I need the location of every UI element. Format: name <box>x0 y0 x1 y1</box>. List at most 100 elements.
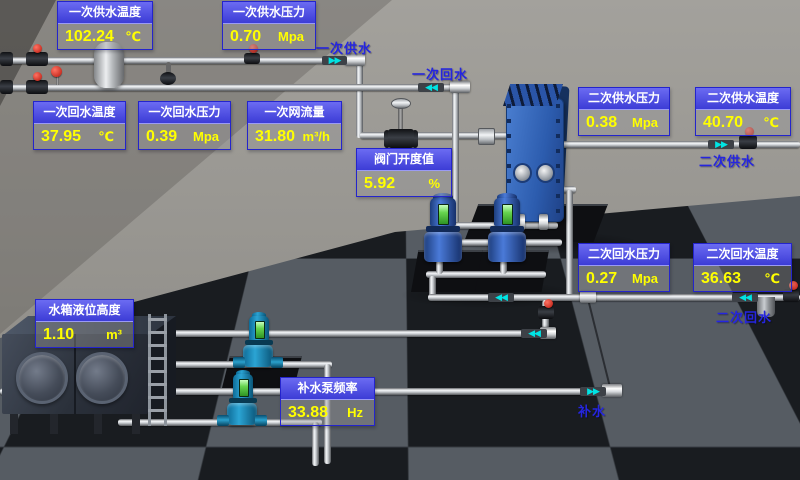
valve-body[interactable] <box>538 306 554 319</box>
gauge-value: 33.88 <box>288 404 328 422</box>
gauge-title: 一次网流量 <box>248 102 341 124</box>
gauge-value: 1.10 <box>43 326 74 344</box>
pump-volute <box>227 403 257 425</box>
gauge-unit: Mpa <box>632 271 662 286</box>
pump-indicator <box>502 204 513 225</box>
exchanger-port <box>536 163 555 183</box>
pump-volute <box>243 345 273 367</box>
gauge-unit: Hz <box>347 405 367 420</box>
tank-leg <box>132 412 140 434</box>
riser-pipe <box>312 422 319 466</box>
gauge-unit: % <box>428 176 444 191</box>
gauge-secondary-supply-temp: 二次供水温度 40.70℃ <box>695 87 791 136</box>
gauge-title: 二次供水温度 <box>696 88 790 110</box>
ladder-rungs <box>148 318 167 422</box>
pipe-label-primary-supply: 一次供水 <box>316 38 372 57</box>
pressure-gauge-icon <box>51 66 62 77</box>
pipe-label-makeup: 补水 <box>578 401 606 420</box>
flow-arrow-right-icon: ▶▶ <box>322 56 347 65</box>
gauge-value: 0.27 <box>586 270 617 288</box>
flow-arrow-right-icon: ▶▶ <box>708 140 734 149</box>
valve-body[interactable] <box>0 80 13 94</box>
pump-indicator <box>255 321 265 339</box>
valve-handle-icon[interactable] <box>33 72 42 81</box>
gauge-primary-supply-temp: 一次供水温度 102.24 ℃ <box>57 1 153 50</box>
manifold-pipe <box>426 271 546 278</box>
gauge-secondary-return-temp: 二次回水温度 36.63 ℃ <box>693 243 792 292</box>
gauge-title: 一次供水温度 <box>58 2 152 24</box>
pipe-label-primary-return: 一次回水 <box>412 64 468 83</box>
pipe-label-secondary-return: 二次回水 <box>716 307 772 326</box>
valve-handle-icon[interactable] <box>33 44 42 53</box>
pump-indicator <box>239 379 249 397</box>
flow-arrow-left-icon: ◀◀ <box>732 293 758 302</box>
gauge-unit: m³ <box>106 327 126 342</box>
gauge-title: 一次供水压力 <box>223 2 315 24</box>
gauge-title: 二次供水压力 <box>579 88 669 110</box>
gauge-value: 0.39 <box>146 128 177 146</box>
gauge-title: 阀门开度值 <box>357 149 451 171</box>
valve-body[interactable] <box>244 53 260 64</box>
gauge-unit: Mpa <box>193 129 223 144</box>
gauge-title: 二次回水温度 <box>694 244 791 266</box>
primary-supply-pipe <box>0 57 352 64</box>
tank-manhole <box>76 352 128 404</box>
gauge-value: 31.80 <box>255 128 295 146</box>
exchanger-port <box>513 163 532 183</box>
pipe-union <box>478 128 495 145</box>
tank-leg <box>50 412 58 434</box>
gauge-unit: ℃ <box>98 129 118 145</box>
valve-body[interactable] <box>26 80 48 94</box>
gauge-value: 5.92 <box>364 175 395 193</box>
gauge-unit: ℃ <box>125 29 145 45</box>
gauge-unit: m³/h <box>303 129 334 144</box>
gauge-title: 水箱液位高度 <box>36 300 133 322</box>
pump-inlet <box>233 357 245 368</box>
gauge-title: 一次回水压力 <box>139 102 230 124</box>
flow-arrow-right-icon: ▶▶ <box>580 387 606 396</box>
control-valve-actuator[interactable] <box>391 98 411 109</box>
pump-outlet <box>271 357 283 368</box>
gauge-value: 0.38 <box>586 114 617 132</box>
pump-volute <box>488 232 526 262</box>
control-valve-body[interactable] <box>388 129 414 148</box>
exchanger-lower-flange <box>539 214 548 230</box>
gauge-unit: Mpa <box>278 29 308 44</box>
gauge-secondary-return-pressure: 二次回水压力 0.27Mpa <box>578 243 670 292</box>
makeup-pump2-base-slab <box>204 422 288 454</box>
gauge-value: 102.24 <box>65 28 114 46</box>
gauge-primary-return-temp: 一次回水温度 37.95℃ <box>33 101 126 150</box>
gauge-secondary-supply-pressure: 二次供水压力 0.38Mpa <box>578 87 670 136</box>
primary-supply-drop-pipe <box>356 62 363 138</box>
gauge-title: 一次回水温度 <box>34 102 125 124</box>
tank-leg <box>94 412 102 434</box>
pump-stub-pipe <box>500 260 507 274</box>
hand-valve-wheel[interactable] <box>160 72 176 85</box>
primary-return-pipe <box>0 84 460 91</box>
gauge-unit: ℃ <box>764 271 784 287</box>
pump-inlet <box>217 415 229 426</box>
secondary-supply-pipe <box>552 141 800 148</box>
gauge-value: 0.70 <box>230 28 261 46</box>
pump-volute <box>424 232 462 262</box>
pump-outlet <box>255 415 267 426</box>
valve-body[interactable] <box>739 135 757 149</box>
gauge-primary-flow: 一次网流量 31.80 m³/h <box>247 101 342 150</box>
valve-handle-icon[interactable] <box>544 299 553 308</box>
tank-return-pipe <box>140 330 550 337</box>
gauge-primary-supply-pressure: 一次供水压力 0.70 Mpa <box>222 1 316 50</box>
gauge-title: 补水泵频率 <box>281 378 374 400</box>
pipe-flange <box>580 291 596 303</box>
flow-arrow-left-icon: ◀◀ <box>488 293 514 302</box>
exchanger-bolts <box>556 104 560 214</box>
hmi-heat-exchange-station: ▶▶ ◀◀ ▶▶ <box>0 0 800 480</box>
pump-indicator <box>438 204 449 225</box>
gauge-primary-return-pressure: 一次回水压力 0.39 Mpa <box>138 101 231 150</box>
gauge-value: 40.70 <box>703 114 743 132</box>
exchanger-return-drop <box>566 190 573 296</box>
gauge-value: 36.63 <box>701 270 741 288</box>
pipe-label-secondary-supply: 二次供水 <box>699 151 755 170</box>
flow-arrow-left-icon: ◀◀ <box>521 329 547 338</box>
valve-body[interactable] <box>26 52 48 66</box>
valve-body[interactable] <box>0 52 13 66</box>
